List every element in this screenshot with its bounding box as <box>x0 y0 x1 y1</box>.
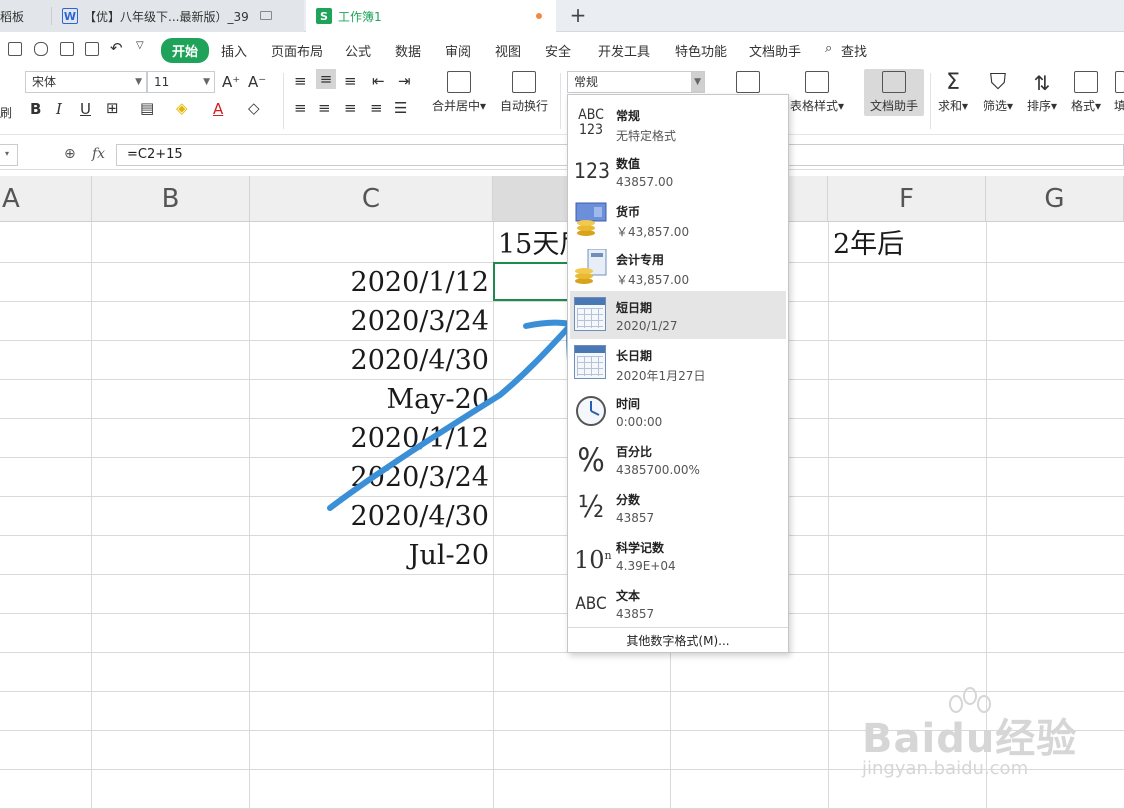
percent-icon: % <box>577 441 605 479</box>
accounting-coins-icon <box>575 249 607 284</box>
menu-item-sample: 0:00:00 <box>616 415 663 429</box>
menu-item-title: 货币 <box>616 205 641 219</box>
menu-item-title: 短日期 <box>616 301 653 315</box>
menu-item-general[interactable]: ABC 123 常规 无特定格式 <box>570 99 786 147</box>
menu-item-sample: ￥43,857.00 <box>616 225 690 239</box>
text-abc-icon: ABC <box>575 594 607 614</box>
fraction-icon: ½ <box>577 490 605 525</box>
menu-item-sample: 43857.00 <box>616 175 674 189</box>
menu-item-sample: 4.39E+04 <box>616 559 676 573</box>
menu-item-currency[interactable]: 货币 ￥43,857.00 <box>570 195 786 243</box>
currency-coins-icon <box>575 202 607 236</box>
menu-item-text[interactable]: ABC 文本 43857 <box>570 579 786 627</box>
menu-item-sample: 无特定格式 <box>616 129 677 143</box>
menu-item-sample: 43857 <box>616 607 655 621</box>
menu-item-title: 长日期 <box>616 349 653 363</box>
menu-item-title: 分数 <box>616 493 641 507</box>
clock-icon <box>576 396 606 426</box>
menu-item-accounting[interactable]: 会计专用 ￥43,857.00 <box>570 243 786 291</box>
number-format-dropdown: ABC 123 常规 无特定格式 123 数值 43857.00 货币 ￥43,8… <box>567 94 789 653</box>
menu-item-percent[interactable]: % 百分比 4385700.00% <box>570 435 786 483</box>
menu-item-title: 常规 <box>616 109 641 123</box>
watermark-url: jingyan.baidu.com <box>862 758 1029 779</box>
menu-item-title: 会计专用 <box>616 253 665 267</box>
menu-item-fraction[interactable]: ½ 分数 43857 <box>570 483 786 531</box>
watermark-text: Baidu经验 <box>862 716 1078 762</box>
menu-item-title: 数值 <box>616 157 641 171</box>
menu-item-sample: 2020年1月27日 <box>616 369 706 383</box>
menu-item-short-date[interactable]: 短日期 2020/1/27 <box>570 291 786 339</box>
menu-item-number[interactable]: 123 数值 43857.00 <box>570 147 786 195</box>
menu-item-sample: 43857 <box>616 511 655 525</box>
menu-item-time[interactable]: 时间 0:00:00 <box>570 387 786 435</box>
scientific-icon: 10n <box>574 546 612 574</box>
calendar-icon <box>574 297 606 331</box>
menu-item-sample: 4385700.00% <box>616 463 700 477</box>
more-number-formats-link[interactable]: 其他数字格式(M)... <box>568 627 788 653</box>
menu-item-sample: 2020/1/27 <box>616 319 678 333</box>
number-123-icon: 123 <box>574 159 611 183</box>
menu-item-sample: ￥43,857.00 <box>616 273 690 287</box>
menu-item-scientific[interactable]: 10n 科学记数 4.39E+04 <box>570 531 786 579</box>
menu-item-title: 文本 <box>616 589 641 603</box>
menu-item-title: 科学记数 <box>616 541 665 555</box>
general-abc-icon: ABC 123 <box>578 107 604 138</box>
calendar-icon <box>574 345 606 379</box>
menu-item-title: 百分比 <box>616 445 653 459</box>
baidu-watermark: Baidu经验 jingyan.baidu.com <box>862 686 1102 786</box>
menu-item-title: 时间 <box>616 397 641 411</box>
menu-item-long-date[interactable]: 长日期 2020年1月27日 <box>570 339 786 387</box>
